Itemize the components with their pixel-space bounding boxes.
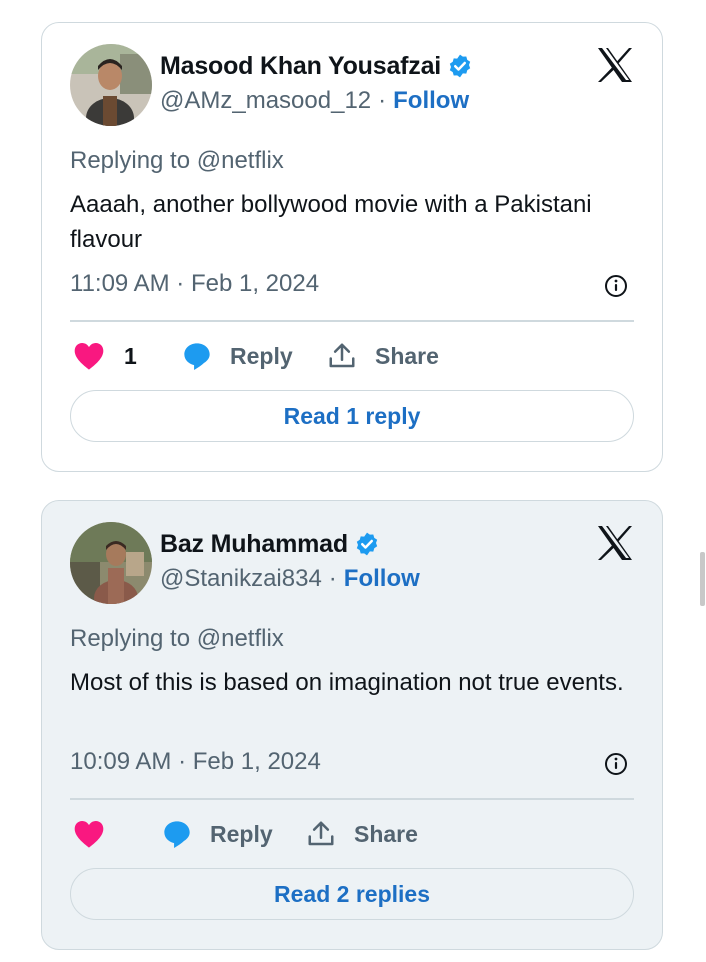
tweet-text: Most of this is based on imagination not…: [70, 669, 624, 696]
read-replies-button[interactable]: Read 1 reply: [70, 390, 634, 442]
tweet-card[interactable]: Masood Khan Yousafzai @AMz_masood_12 · F…: [41, 22, 663, 472]
separator-dot: ·: [378, 87, 387, 114]
tweet-text: Aaaah, another bollywood movie with a Pa…: [70, 191, 592, 253]
display-name[interactable]: Baz Muhammad: [160, 530, 348, 559]
follow-button[interactable]: Follow: [393, 87, 469, 115]
share-button[interactable]: Share: [306, 814, 418, 854]
follow-button[interactable]: Follow: [344, 565, 420, 593]
user-handle[interactable]: @AMz_masood_12: [160, 87, 371, 115]
timestamp[interactable]: 11:09 AM · Feb 1, 2024: [70, 270, 319, 298]
tweet-card[interactable]: Baz Muhammad @Stanikzai834 · Follow Repl…: [41, 500, 663, 950]
display-name[interactable]: Masood Khan Yousafzai: [160, 52, 441, 81]
replying-to: Replying to @netflix: [70, 625, 284, 652]
share-button[interactable]: Share: [327, 336, 439, 376]
verified-badge-icon: [447, 53, 473, 79]
info-icon[interactable]: [604, 752, 628, 776]
replying-to: Replying to @netflix: [70, 147, 284, 174]
info-icon[interactable]: [604, 274, 628, 298]
timestamp[interactable]: 10:09 AM · Feb 1, 2024: [70, 748, 321, 776]
divider: [70, 320, 634, 322]
heart-icon: [72, 341, 106, 371]
x-logo-icon[interactable]: [596, 525, 634, 561]
speech-bubble-icon: [160, 818, 194, 850]
like-button[interactable]: [72, 814, 106, 854]
divider: [70, 798, 634, 800]
like-button[interactable]: 1: [72, 336, 137, 376]
avatar[interactable]: [70, 522, 152, 604]
share-label: Share: [354, 820, 418, 847]
scrollbar-thumb[interactable]: [700, 552, 705, 606]
reply-label: Reply: [210, 820, 273, 847]
share-upload-icon: [327, 341, 357, 371]
share-label: Share: [375, 342, 439, 369]
reply-button[interactable]: Reply: [180, 336, 293, 376]
speech-bubble-icon: [180, 340, 214, 372]
reply-button[interactable]: Reply: [160, 814, 273, 854]
x-logo-icon[interactable]: [596, 47, 634, 83]
reply-label: Reply: [230, 342, 293, 369]
like-count: 1: [124, 342, 137, 369]
read-replies-button[interactable]: Read 2 replies: [70, 868, 634, 920]
avatar[interactable]: [70, 44, 152, 126]
share-upload-icon: [306, 819, 336, 849]
verified-badge-icon: [354, 531, 380, 557]
separator-dot: ·: [328, 565, 337, 592]
heart-icon: [72, 819, 106, 849]
user-handle[interactable]: @Stanikzai834: [160, 565, 322, 593]
